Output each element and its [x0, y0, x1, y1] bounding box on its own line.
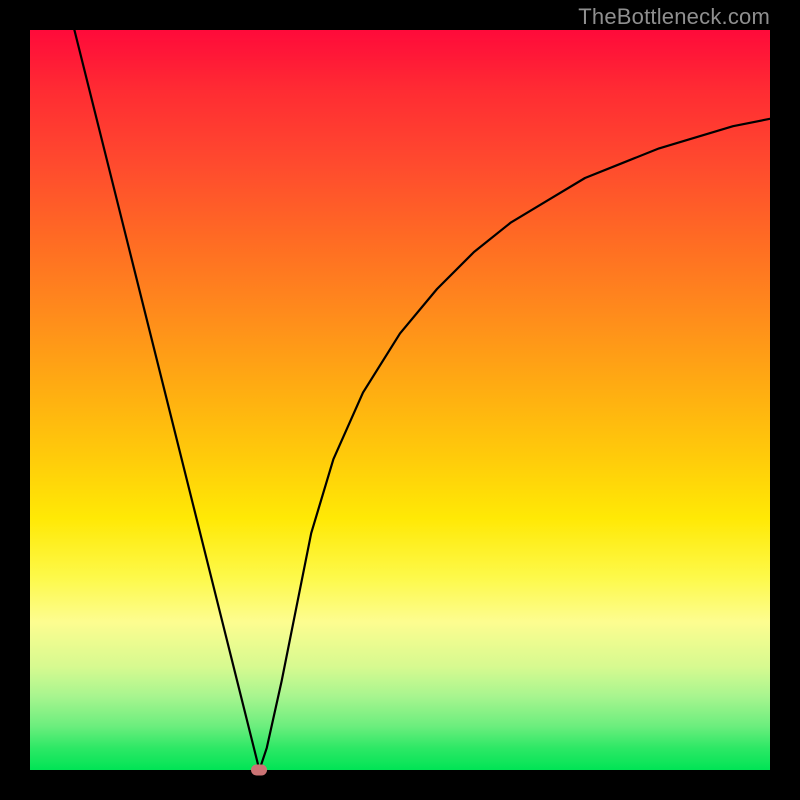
watermark-text: TheBottleneck.com: [578, 4, 770, 30]
chart-frame: TheBottleneck.com: [0, 0, 800, 800]
plot-area: [30, 30, 770, 770]
bottleneck-curve: [30, 30, 770, 770]
minimum-marker: [251, 765, 267, 776]
